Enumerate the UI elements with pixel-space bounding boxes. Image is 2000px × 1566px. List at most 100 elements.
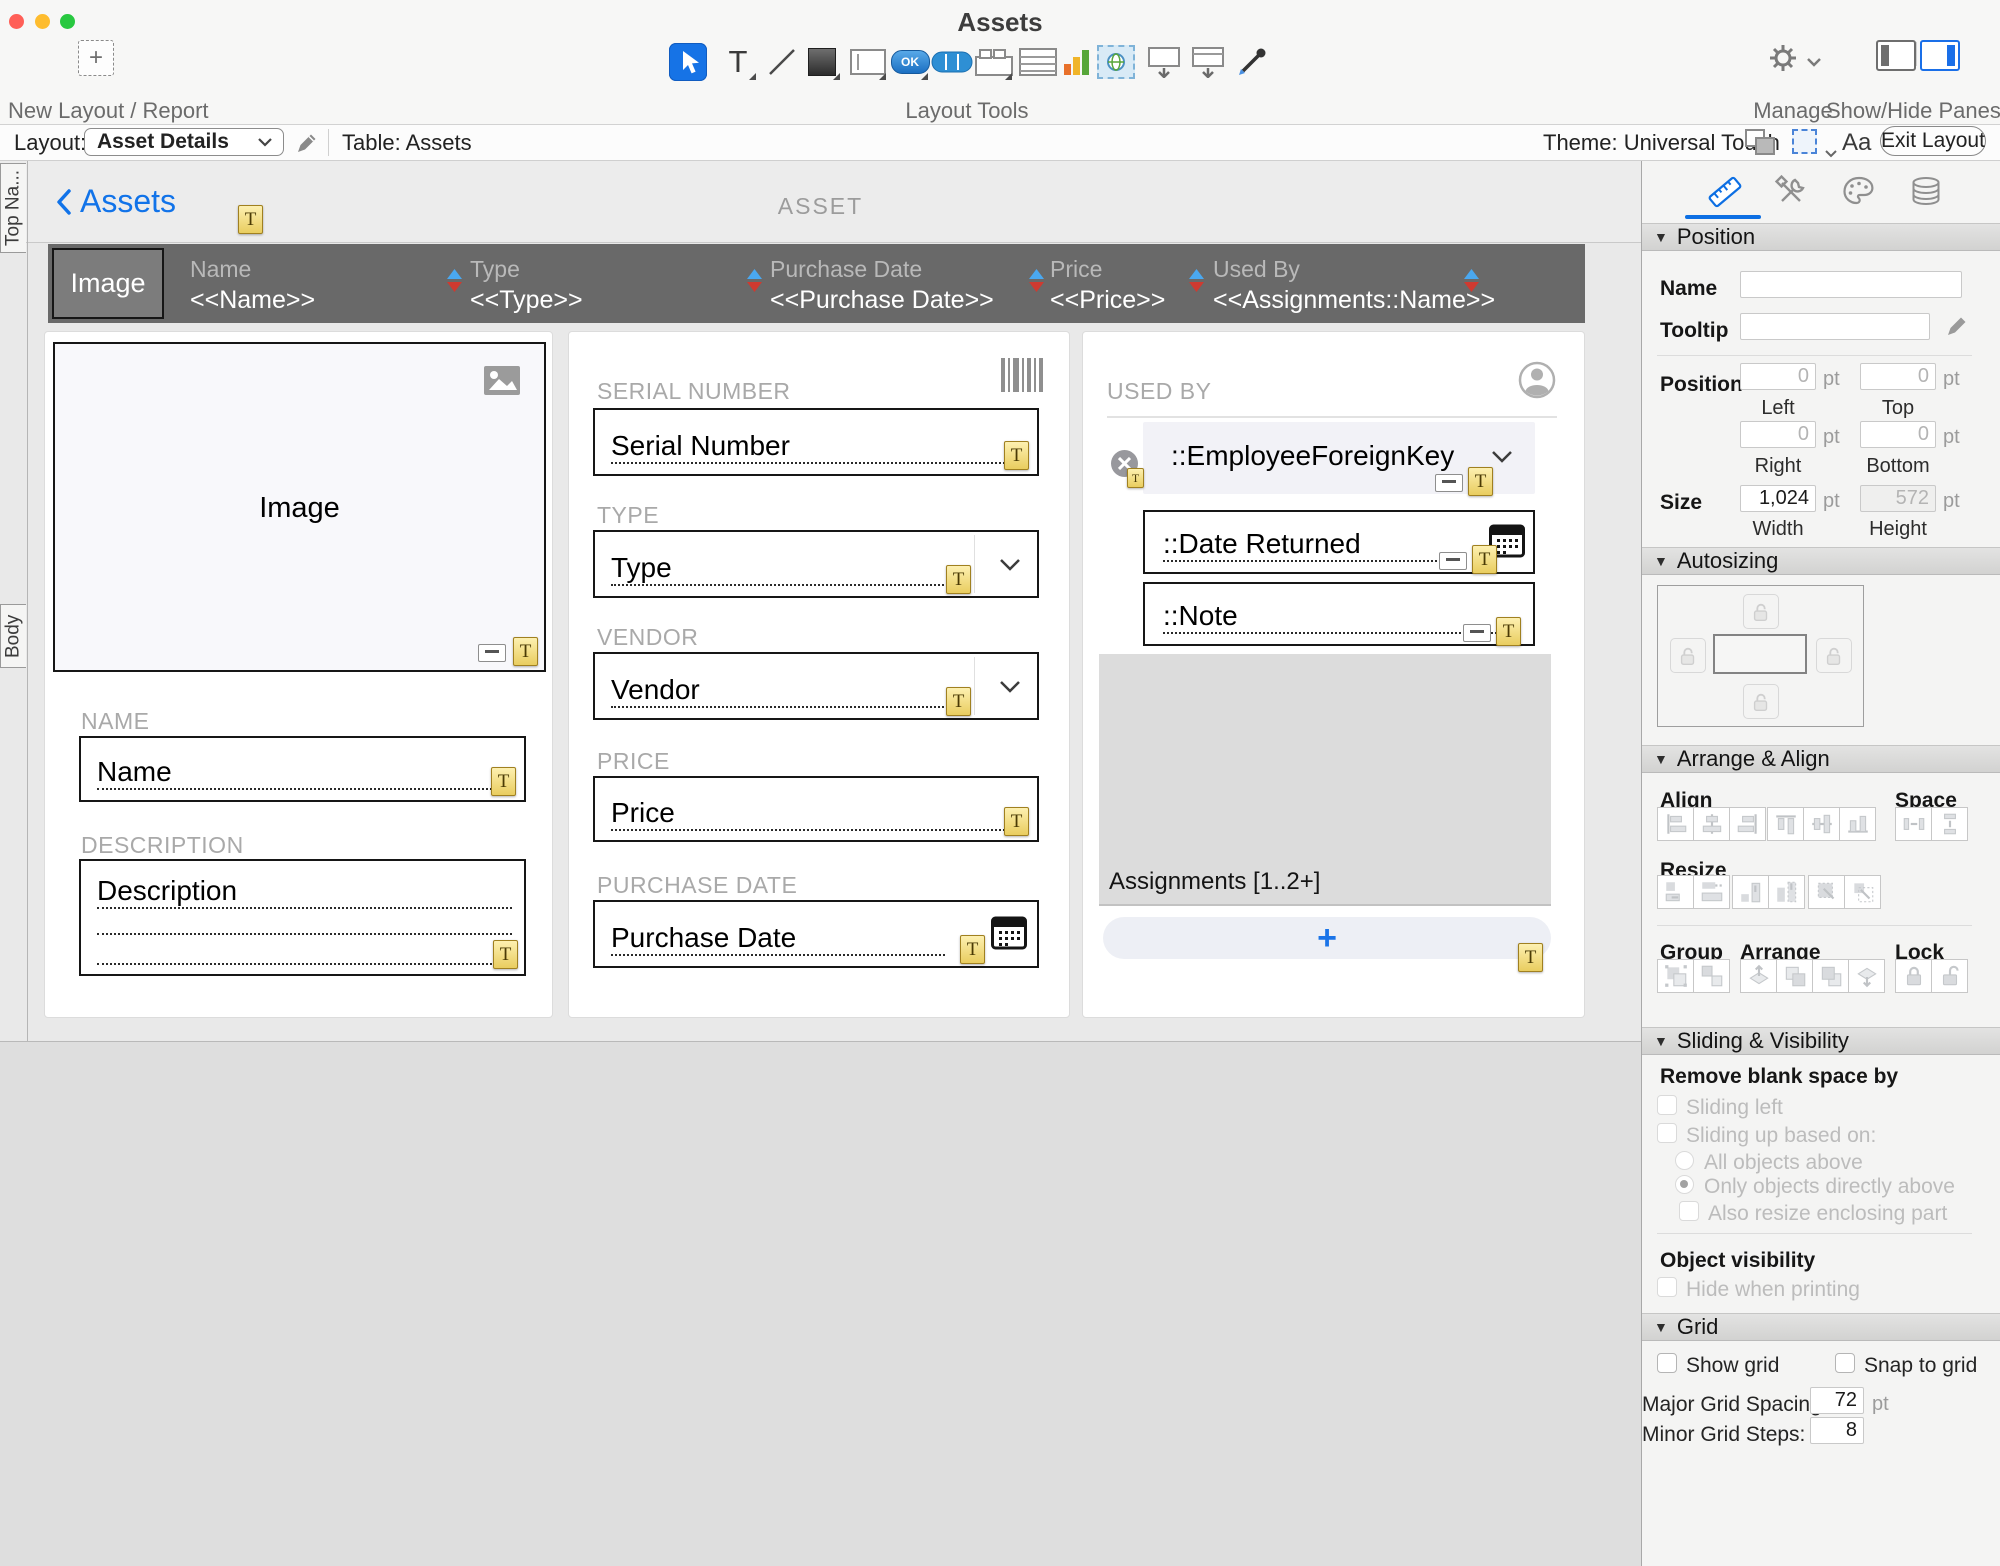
button-tool[interactable]: OK xyxy=(888,40,932,84)
sliding-left-checkbox[interactable] xyxy=(1657,1095,1677,1115)
sliding-up-checkbox[interactable] xyxy=(1657,1123,1677,1143)
resize-width-largest-button[interactable] xyxy=(1693,875,1730,909)
grid-section-header[interactable]: ▼Grid xyxy=(1642,1313,2000,1341)
exit-layout-button[interactable]: Exit Layout xyxy=(1880,126,1986,156)
layout-select[interactable]: Asset Details xyxy=(84,128,284,156)
ungroup-button[interactable] xyxy=(1693,959,1730,993)
align-left-button[interactable] xyxy=(1657,807,1694,841)
popover-tool[interactable] xyxy=(1142,40,1186,84)
button-bar-tool[interactable] xyxy=(930,40,974,84)
web-viewer-tool[interactable] xyxy=(1094,40,1138,84)
group-button[interactable] xyxy=(1657,959,1694,993)
position-bottom-input[interactable] xyxy=(1860,421,1936,448)
sort-icon[interactable] xyxy=(1028,268,1045,294)
align-bottom-button[interactable] xyxy=(1839,807,1876,841)
inspector-tab-position[interactable] xyxy=(1703,171,1747,213)
inspector-tab-data[interactable] xyxy=(1904,171,1948,213)
resize-both-smallest-button[interactable] xyxy=(1808,875,1845,909)
autosize-bottom-anchor[interactable] xyxy=(1743,684,1779,719)
date-returned-field[interactable]: ::Date Returned T xyxy=(1143,510,1535,574)
sort-icon[interactable] xyxy=(446,268,463,294)
chart-tool[interactable] xyxy=(1055,40,1099,84)
price-field[interactable]: Price T xyxy=(593,776,1039,842)
toggle-left-pane-button[interactable] xyxy=(1876,40,1916,71)
resize-both-largest-button[interactable] xyxy=(1844,875,1881,909)
autosize-left-anchor[interactable] xyxy=(1670,638,1706,673)
bring-forward-button[interactable] xyxy=(1776,959,1813,993)
also-resize-checkbox[interactable] xyxy=(1679,1201,1699,1221)
autosize-top-anchor[interactable] xyxy=(1743,594,1779,629)
text-tool[interactable]: T xyxy=(716,40,760,84)
snap-to-grid-checkbox[interactable] xyxy=(1835,1353,1855,1373)
name-field[interactable]: Name T xyxy=(79,736,526,802)
position-left-input[interactable] xyxy=(1740,363,1816,390)
autosizing-section-header[interactable]: ▼Autosizing xyxy=(1642,547,2000,575)
selection-style-icon[interactable] xyxy=(1792,129,1817,154)
image-container-field[interactable]: Image T xyxy=(53,342,546,672)
object-name-input[interactable] xyxy=(1740,271,1962,298)
inspector-tab-styles[interactable] xyxy=(1769,171,1813,213)
theme-swatches-icon[interactable] xyxy=(1745,129,1777,162)
list-header-row[interactable]: Image Name <<Name>> Type <<Type>> Purcha… xyxy=(48,244,1585,323)
show-grid-checkbox[interactable] xyxy=(1657,1353,1677,1373)
align-top-button[interactable] xyxy=(1767,807,1804,841)
portal-tool[interactable] xyxy=(1016,40,1060,84)
employee-dropdown-field[interactable]: ::EmployeeForeignKey T xyxy=(1143,422,1535,494)
size-width-input[interactable] xyxy=(1740,485,1816,512)
type-dropdown-field[interactable]: Type T xyxy=(593,530,1039,598)
sort-icon[interactable] xyxy=(1463,268,1480,294)
purchase-date-field[interactable]: Purchase Date T xyxy=(593,900,1039,968)
edit-layout-pencil-icon[interactable] xyxy=(294,130,320,162)
serial-number-field[interactable]: Serial Number T xyxy=(593,408,1039,476)
space-vertical-button[interactable] xyxy=(1931,807,1968,841)
space-horizontal-button[interactable] xyxy=(1895,807,1932,841)
minor-grid-steps-input[interactable] xyxy=(1810,1417,1864,1444)
line-tool[interactable] xyxy=(760,40,804,84)
lock-button[interactable] xyxy=(1895,959,1932,993)
sort-icon[interactable] xyxy=(746,268,763,294)
all-objects-radio[interactable] xyxy=(1675,1151,1694,1170)
size-height-input[interactable] xyxy=(1860,485,1936,512)
send-backward-button[interactable] xyxy=(1812,959,1849,993)
manage-chevron-icon[interactable] xyxy=(1806,54,1822,72)
text-format-icon[interactable]: Aa xyxy=(1842,129,1871,157)
inspector-tab-appearance[interactable] xyxy=(1837,171,1881,213)
vendor-dropdown-field[interactable]: Vendor T xyxy=(593,652,1039,720)
selection-tool[interactable] xyxy=(666,40,710,84)
resize-height-largest-button[interactable] xyxy=(1768,875,1805,909)
new-layout-button[interactable]: New Layout / Report xyxy=(8,98,190,124)
header-image-cell[interactable]: Image xyxy=(52,248,164,319)
align-right-button[interactable] xyxy=(1729,807,1766,841)
manage-button[interactable] xyxy=(1768,42,1802,79)
only-objects-radio[interactable] xyxy=(1675,1175,1694,1194)
rectangle-tool[interactable] xyxy=(800,40,844,84)
sliding-visibility-section-header[interactable]: ▼Sliding & Visibility xyxy=(1642,1027,2000,1055)
autosize-right-anchor[interactable] xyxy=(1816,638,1852,673)
position-right-input[interactable] xyxy=(1740,421,1816,448)
assignments-portal[interactable]: Assignments [1..2+] xyxy=(1099,654,1551,906)
sort-icon[interactable] xyxy=(1188,268,1205,294)
unlock-button[interactable] xyxy=(1931,959,1968,993)
add-assignment-button[interactable]: + T xyxy=(1103,917,1551,959)
part-label-body[interactable]: Body xyxy=(0,604,26,668)
slide-control-tool[interactable] xyxy=(1186,40,1230,84)
eyedropper-tool[interactable] xyxy=(1230,40,1274,84)
arrange-align-section-header[interactable]: ▼Arrange & Align xyxy=(1642,745,2000,773)
position-top-input[interactable] xyxy=(1860,363,1936,390)
description-field[interactable]: Description T xyxy=(79,859,526,976)
note-field[interactable]: ::Note T xyxy=(1143,582,1535,646)
new-layout-icon[interactable]: + xyxy=(78,40,114,76)
toggle-right-pane-button[interactable] xyxy=(1920,40,1960,71)
align-middle-button[interactable] xyxy=(1803,807,1840,841)
resize-width-smallest-button[interactable] xyxy=(1657,875,1694,909)
send-to-back-button[interactable] xyxy=(1848,959,1885,993)
tooltip-pencil-icon[interactable] xyxy=(1944,313,1970,339)
bring-to-front-button[interactable] xyxy=(1740,959,1777,993)
hide-when-printing-checkbox[interactable] xyxy=(1657,1277,1677,1297)
align-center-button[interactable] xyxy=(1693,807,1730,841)
position-section-header[interactable]: ▼Position xyxy=(1642,223,2000,251)
tab-control-tool[interactable] xyxy=(972,40,1016,84)
major-grid-spacing-input[interactable] xyxy=(1810,1387,1864,1414)
resize-height-smallest-button[interactable] xyxy=(1732,875,1769,909)
field-tool[interactable] xyxy=(846,40,890,84)
